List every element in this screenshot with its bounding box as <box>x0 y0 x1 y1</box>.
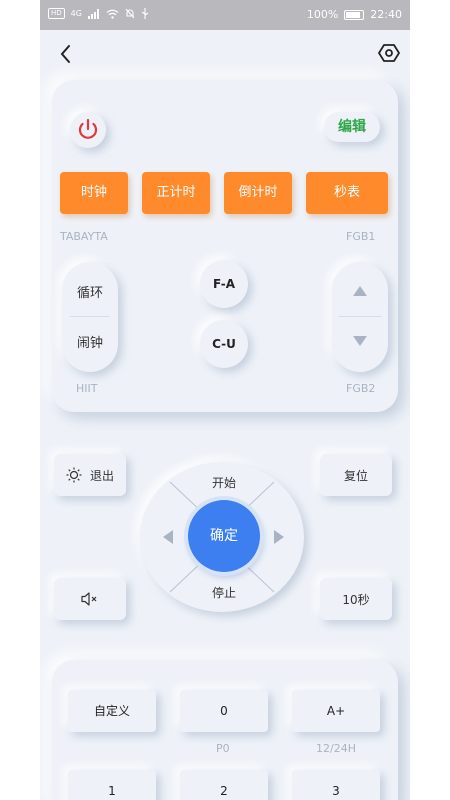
up-down-pill <box>332 262 388 372</box>
settings-button[interactable] <box>378 42 400 64</box>
sun-icon <box>66 467 82 483</box>
power-icon <box>78 118 98 139</box>
hd-badge: HD <box>48 8 65 19</box>
alarm-button[interactable]: 闹钟 <box>62 332 118 351</box>
exit-button[interactable]: 退出 <box>54 454 126 496</box>
loop-alarm-pill: 循环 闹钟 <box>62 262 118 372</box>
key-3[interactable]: 3 <box>292 770 380 800</box>
usb-icon <box>141 8 149 19</box>
mode-clock-button[interactable]: 时钟 <box>60 172 128 214</box>
clock-time: 22:40 <box>370 8 402 21</box>
ok-button[interactable]: 确定 <box>188 500 260 572</box>
key-2[interactable]: 2 <box>180 770 268 800</box>
label-12-24h: 12/24H <box>316 742 356 755</box>
arrow-right-icon[interactable] <box>274 530 284 544</box>
label-hiit: HIIT <box>76 382 98 395</box>
power-button[interactable] <box>70 112 106 148</box>
fa-button[interactable]: F-A <box>200 260 248 308</box>
key-custom[interactable]: 自定义 <box>68 690 156 732</box>
chevron-left-icon <box>60 45 70 63</box>
divider <box>70 316 110 317</box>
stop-button[interactable]: 停止 <box>212 584 236 601</box>
mute-button[interactable] <box>54 578 126 620</box>
wifi-icon <box>106 9 119 19</box>
edit-button[interactable]: 编辑 <box>324 112 380 142</box>
mode-countup-button[interactable]: 正计时 <box>142 172 210 214</box>
label-p0: P0 <box>216 742 230 755</box>
key-1[interactable]: 1 <box>68 770 156 800</box>
arrow-up-icon[interactable] <box>353 286 367 296</box>
app-screen: HD 4G 100% 22:40 编辑 时钟 正计时 倒计时 秒表 TABAYT… <box>40 0 410 800</box>
network-badge: 4G <box>70 9 82 18</box>
key-0[interactable]: 0 <box>180 690 268 732</box>
loop-button[interactable]: 循环 <box>62 282 118 301</box>
ten-seconds-button[interactable]: 10秒 <box>320 578 392 620</box>
label-tabayta: TABAYTA <box>60 230 108 243</box>
label-fgb1: FGB1 <box>346 230 376 243</box>
back-button[interactable] <box>54 42 78 66</box>
battery-icon <box>344 9 365 20</box>
signal-icon <box>87 8 99 19</box>
start-button[interactable]: 开始 <box>212 474 236 491</box>
reset-button[interactable]: 复位 <box>320 454 392 496</box>
cu-button[interactable]: C-U <box>200 320 248 368</box>
battery-percent: 100% <box>306 8 339 21</box>
hexagon-settings-icon <box>378 44 400 62</box>
status-bar: HD 4G 100% 22:40 <box>40 0 410 30</box>
speaker-mute-icon <box>81 592 97 606</box>
bell-off-icon <box>125 8 135 19</box>
divider <box>338 316 382 317</box>
exit-label: 退出 <box>89 468 114 483</box>
mode-stopwatch-button[interactable]: 秒表 <box>306 172 388 214</box>
arrow-down-icon[interactable] <box>353 336 367 346</box>
label-fgb2: FGB2 <box>346 382 376 395</box>
arrow-left-icon[interactable] <box>163 530 173 544</box>
key-a-plus[interactable]: A+ <box>292 690 380 732</box>
mode-countdown-button[interactable]: 倒计时 <box>224 172 292 214</box>
